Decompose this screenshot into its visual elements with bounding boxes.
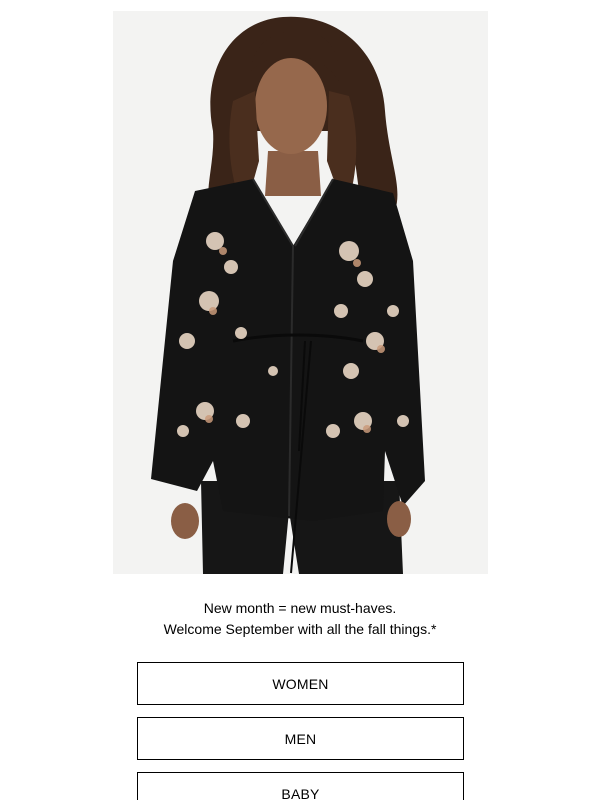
men-button[interactable]: MEN	[137, 717, 464, 760]
hero-image[interactable]	[113, 11, 488, 574]
women-button[interactable]: WOMEN	[137, 662, 464, 705]
email-page: New month = new must-haves. Welcome Sept…	[0, 0, 600, 800]
promo-line-1: New month = new must-haves.	[203, 600, 397, 616]
baby-button[interactable]: BABY	[137, 772, 464, 800]
promo-copy: New month = new must-haves. Welcome Sept…	[0, 598, 600, 639]
promo-line-2: Welcome September with all the fall thin…	[163, 620, 437, 637]
hero-illustration	[113, 11, 488, 574]
